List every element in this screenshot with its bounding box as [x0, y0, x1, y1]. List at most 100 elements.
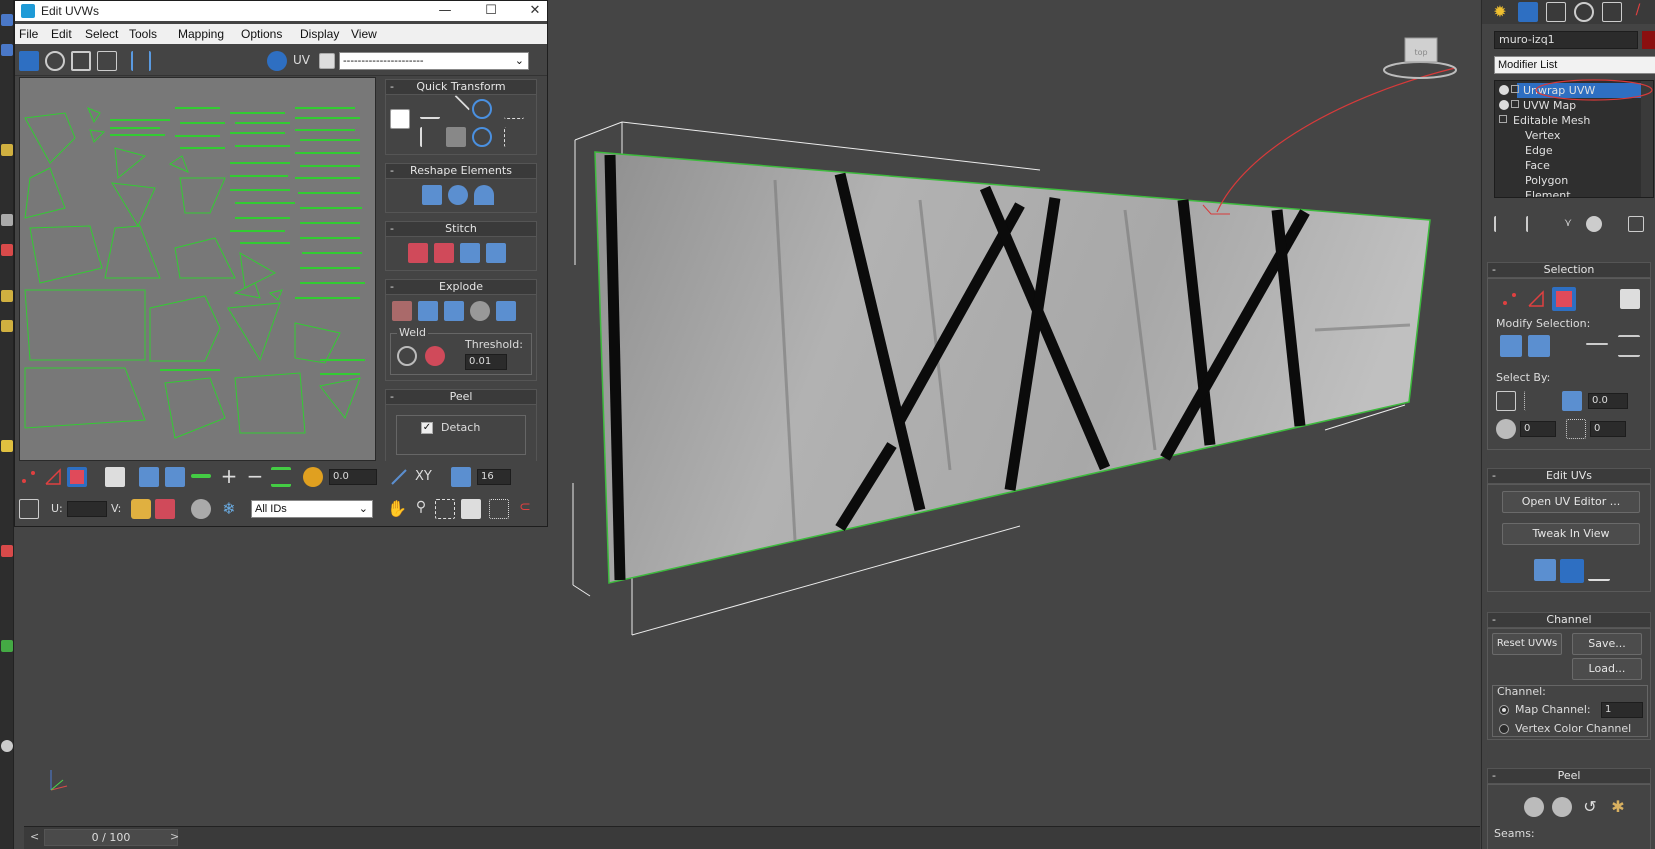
grow-icon[interactable] — [139, 467, 159, 487]
detach-icon[interactable] — [470, 301, 490, 321]
map-channel-spinner[interactable]: 1 — [1601, 702, 1643, 718]
ids-dropdown[interactable]: All IDs ⌄ — [251, 500, 373, 518]
close-button[interactable]: ✕ — [515, 1, 555, 21]
rollout-explode[interactable]: - Explode — [385, 279, 537, 295]
grid-spinner[interactable]: 16 — [477, 469, 511, 485]
freeform-icon[interactable] — [97, 51, 117, 71]
relax-until-flat-icon[interactable] — [474, 185, 494, 205]
polygon-mode-icon[interactable] — [67, 467, 87, 487]
grow-icon[interactable] — [1500, 335, 1522, 357]
planar-angle-icon[interactable] — [1562, 391, 1582, 411]
checker-icon[interactable] — [319, 53, 335, 69]
channel-header[interactable]: - Channel — [1487, 612, 1651, 628]
utilities-tab-icon[interactable]: / — [1628, 2, 1648, 22]
tool-icon[interactable] — [1, 144, 13, 156]
tool-icon[interactable] — [1, 244, 13, 256]
absolute-mode-icon[interactable] — [19, 499, 39, 519]
u-spinner[interactable] — [67, 501, 107, 517]
rollout-reshape[interactable]: - Reshape Elements — [385, 163, 537, 179]
material-id-spinner[interactable]: 0 — [1520, 421, 1556, 437]
soft-selection-spinner[interactable]: 0.0 — [329, 469, 377, 485]
tweak-in-view-button[interactable]: Tweak In View — [1502, 523, 1640, 545]
vertex-color-radio[interactable] — [1499, 724, 1509, 734]
reset-uvws-button[interactable]: Reset UVWs — [1492, 633, 1562, 655]
ring-icon[interactable] — [1618, 335, 1640, 357]
shrink-icon[interactable] — [165, 467, 185, 487]
edge-mode-icon[interactable] — [1526, 289, 1546, 309]
weld-selected-icon[interactable] — [425, 346, 445, 366]
viewcube[interactable]: top — [1383, 37, 1457, 79]
flatten-icon[interactable] — [444, 301, 464, 321]
zoom-region-icon[interactable] — [435, 499, 455, 519]
angle-spinner[interactable]: 0.0 — [1588, 393, 1628, 409]
space-vertical-icon[interactable] — [504, 127, 524, 147]
peel-mode-icon[interactable] — [1552, 797, 1572, 817]
stitch-icon[interactable] — [408, 243, 428, 263]
menu-mapping[interactable]: Mapping — [178, 27, 224, 41]
hierarchy-tab-icon[interactable] — [1546, 2, 1566, 22]
tool-icon[interactable] — [1, 14, 13, 26]
create-tab-icon[interactable]: ✹ — [1490, 2, 1510, 22]
element-mode-icon[interactable] — [105, 467, 125, 487]
xy-label[interactable]: XY — [415, 469, 432, 484]
tool-icon[interactable] — [1, 214, 13, 226]
threshold-spinner[interactable]: 0.01 — [465, 354, 507, 370]
pin-icon[interactable] — [155, 499, 175, 519]
element-mode-icon[interactable] — [1620, 289, 1640, 309]
align-icon[interactable] — [420, 99, 440, 119]
motion-tab-icon[interactable] — [1574, 2, 1594, 22]
stack-item-vertex[interactable]: Vertex — [1525, 128, 1560, 143]
next-frame-icon[interactable]: > — [170, 830, 179, 843]
tool-icon[interactable] — [1, 290, 13, 302]
zoom-icon[interactable]: ⚲ — [411, 499, 431, 519]
minimize-button[interactable]: — — [425, 1, 465, 21]
minus-icon[interactable]: − — [245, 466, 265, 487]
align-icon[interactable] — [420, 127, 440, 147]
uv-edit-area[interactable] — [19, 77, 376, 461]
explode-icon[interactable] — [496, 301, 516, 321]
stitch-icon[interactable] — [460, 243, 480, 263]
time-slider[interactable]: < 0 / 100 > — [24, 826, 1480, 849]
pan-icon[interactable]: ✋ — [387, 499, 407, 519]
loop-icon[interactable] — [191, 474, 211, 478]
rotate-cw-icon[interactable] — [472, 99, 492, 119]
pin-stack-icon[interactable] — [1494, 216, 1510, 232]
display-tab-icon[interactable] — [1602, 2, 1622, 22]
modify-tab-icon[interactable] — [1518, 2, 1538, 22]
scale-icon[interactable] — [71, 51, 91, 71]
peel-header[interactable]: - Peel — [1487, 768, 1651, 784]
polygon-mode-icon[interactable] — [1552, 287, 1576, 311]
rotate-ccw-icon[interactable] — [472, 127, 492, 147]
tool-icon[interactable] — [1, 320, 13, 332]
object-color-swatch[interactable] — [1642, 31, 1655, 49]
rollout-quick-transform[interactable]: - Quick Transform — [385, 79, 537, 95]
zoom-extents-icon[interactable] — [461, 499, 481, 519]
save-button[interactable]: Save... — [1572, 633, 1642, 655]
rotate-icon[interactable] — [45, 51, 65, 71]
stack-item-edge[interactable]: Edge — [1525, 143, 1553, 158]
menu-select[interactable]: Select — [85, 27, 118, 41]
reset-peel-icon[interactable]: ↺ — [1580, 797, 1600, 817]
loop-icon[interactable] — [1586, 343, 1608, 345]
align-icon[interactable] — [1588, 559, 1610, 581]
add-icon[interactable]: + — [219, 466, 239, 487]
menu-file[interactable]: File — [19, 27, 38, 41]
stack-item-element[interactable]: Element — [1525, 188, 1571, 197]
straighten-icon[interactable] — [422, 185, 442, 205]
mirror-icon[interactable] — [131, 51, 151, 71]
planar-map-icon[interactable] — [1560, 559, 1584, 583]
select-edge-loop-icon[interactable] — [1524, 391, 1544, 411]
edit-uvws-window[interactable]: Edit UVWs — ☐ ✕ File Edit Select Tools M… — [14, 0, 548, 527]
configure-icon[interactable] — [1628, 216, 1644, 232]
pins-icon[interactable]: ✱ — [1608, 797, 1628, 817]
window-titlebar[interactable]: Edit UVWs — ☐ ✕ — [15, 1, 547, 21]
show-end-result-icon[interactable] — [1526, 216, 1542, 232]
weld-target-icon[interactable] — [397, 346, 417, 366]
hide-icon[interactable] — [191, 499, 211, 519]
selection-header[interactable]: - Selection — [1487, 262, 1651, 278]
rollout-stitch[interactable]: - Stitch — [385, 221, 537, 237]
collapse-icon[interactable] — [1499, 115, 1507, 123]
load-button[interactable]: Load... — [1572, 658, 1642, 680]
freeze-icon[interactable]: ❄ — [219, 499, 239, 519]
rollout-peel[interactable]: - Peel — [385, 389, 537, 405]
